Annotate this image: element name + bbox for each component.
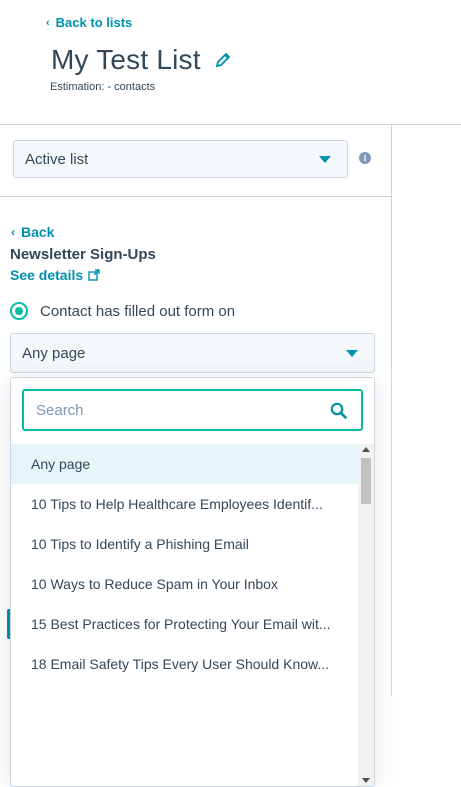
info-icon[interactable]: i <box>359 152 371 164</box>
pencil-icon[interactable] <box>215 52 231 68</box>
page-option[interactable]: 18 Email Safety Tips Every User Should K… <box>11 644 358 684</box>
search-box[interactable] <box>22 389 363 431</box>
page-option[interactable]: Any page <box>11 444 358 484</box>
scroll-thumb[interactable] <box>361 458 371 504</box>
caret-down-icon <box>319 156 331 163</box>
list-type-value: Active list <box>25 150 89 168</box>
page-dropdown-menu: Any page 10 Tips to Help Healthcare Empl… <box>10 377 375 787</box>
back-to-lists-link[interactable]: ‹ Back to lists <box>46 15 132 30</box>
filter-sidebar: Active list i ‹ Back Newsletter Sign-Ups… <box>0 125 391 787</box>
caret-down-icon <box>346 350 358 357</box>
form-name: Newsletter Sign-Ups <box>10 246 156 263</box>
search-input[interactable] <box>34 400 318 420</box>
see-details-link[interactable]: See details <box>10 267 100 283</box>
see-details-label: See details <box>10 267 84 283</box>
list-type-select[interactable]: Active list <box>13 140 348 178</box>
list-header: ‹ Back to lists My Test List Estimation:… <box>0 0 461 125</box>
title-row: My Test List <box>51 44 231 76</box>
page-option[interactable]: 10 Ways to Reduce Spam in Your Inbox <box>11 564 358 604</box>
back-to-lists-label: Back to lists <box>55 15 133 30</box>
results-pane <box>392 125 461 696</box>
chevron-left-icon: ‹ <box>46 16 50 29</box>
back-link[interactable]: ‹ Back <box>11 224 54 240</box>
search-icon[interactable] <box>330 402 347 419</box>
radio-selected-icon[interactable] <box>10 302 28 320</box>
dropdown-scrollbar[interactable] <box>358 444 374 786</box>
page-title: My Test List <box>51 44 201 75</box>
chevron-left-icon: ‹ <box>11 225 15 239</box>
scroll-up-arrow-icon[interactable] <box>362 447 370 452</box>
page-select[interactable]: Any page <box>10 333 375 373</box>
scroll-down-arrow-icon[interactable] <box>362 778 370 783</box>
page-options-list: Any page 10 Tips to Help Healthcare Empl… <box>11 444 358 786</box>
page-option[interactable]: 10 Tips to Help Healthcare Employees Ide… <box>11 484 358 524</box>
filter-option-radio[interactable]: Contact has filled out form on <box>10 302 235 320</box>
estimation-text: Estimation: - contacts <box>50 81 156 93</box>
divider <box>0 196 391 197</box>
filter-option-label: Contact has filled out form on <box>40 302 236 320</box>
external-link-icon <box>88 269 100 281</box>
page-option[interactable]: 10 Tips to Identify a Phishing Email <box>11 524 358 564</box>
page-select-value: Any page <box>22 344 86 362</box>
page-option[interactable]: 15 Best Practices for Protecting Your Em… <box>11 604 358 644</box>
back-label: Back <box>21 224 55 240</box>
